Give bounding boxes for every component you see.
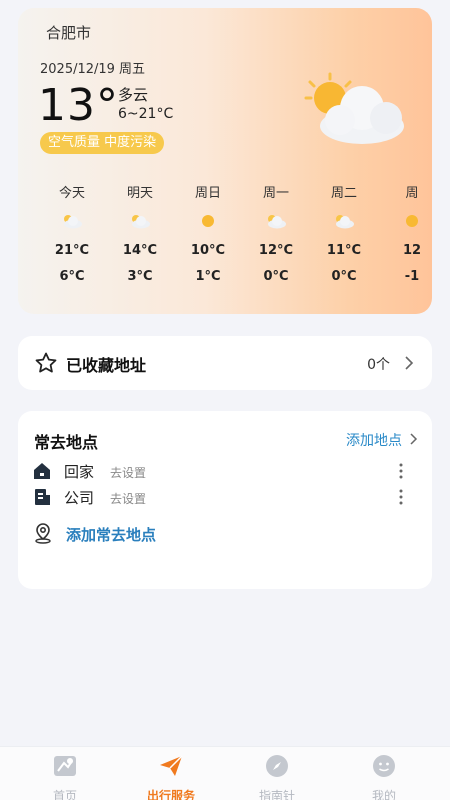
nav-label: 首页	[52, 789, 77, 800]
cloud-sun-icon	[304, 72, 404, 144]
nav-item-travel-service[interactable]: 出行服务	[131, 753, 211, 800]
forecast-strip: 今天 21°C 6°C 明天 14°C 3°C 周日 10°C 1°C 周一 1…	[18, 184, 432, 304]
forecast-high: 12°C	[258, 243, 294, 258]
city-name: 合肥市	[46, 24, 92, 42]
forecast-day-name: 周	[405, 186, 419, 201]
forecast-high: 14°C	[122, 243, 158, 258]
place-status[interactable]: 去设置	[110, 490, 146, 507]
more-vertical-icon[interactable]	[398, 488, 404, 506]
forecast-day-name: 今天	[58, 186, 85, 201]
air-quality-badge: 空气质量 中度污染	[40, 132, 165, 154]
favorites-row[interactable]: 已收藏地址 0个	[18, 336, 432, 390]
current-temperature: 13°	[38, 80, 119, 131]
nav-item-compass[interactable]: 指南针	[237, 753, 317, 800]
forecast-day-name: 明天	[126, 186, 153, 201]
nav-item-home[interactable]: 首页	[25, 753, 105, 800]
compass-icon	[266, 755, 288, 777]
favorites-count: 0个	[367, 357, 390, 373]
location-pin-icon	[35, 523, 51, 544]
bottom-navigation: 首页 出行服务 指南针 我的	[0, 746, 450, 800]
office-icon	[35, 489, 50, 505]
paper-plane-icon	[160, 755, 183, 776]
forecast-high: 21°C	[54, 243, 90, 258]
add-frequent-place-label: 添加常去地点	[66, 526, 157, 544]
forecast-low: 0°C	[331, 269, 357, 284]
forecast-day-name: 周一	[262, 186, 289, 201]
nav-item-profile[interactable]: 我的	[344, 753, 424, 800]
temperature-range: 6~21°C	[118, 106, 174, 122]
forecast-low: 0°C	[263, 269, 289, 284]
cloud-icon	[336, 215, 354, 229]
sun-icon	[406, 215, 418, 227]
place-name: 回家	[64, 463, 95, 481]
face-icon	[373, 755, 395, 777]
cloud-icon	[64, 215, 82, 229]
map-icon	[54, 756, 76, 776]
add-place-link[interactable]: 添加地点	[346, 430, 402, 450]
forecast-low: 3°C	[127, 269, 153, 284]
place-item-home[interactable]: 回家 去设置	[32, 459, 418, 483]
forecast-day-name: 周二	[330, 186, 357, 201]
cloud-icon	[268, 215, 286, 229]
more-vertical-icon[interactable]	[398, 462, 404, 480]
forecast-high: 10°C	[190, 243, 226, 258]
forecast-high: 12	[402, 243, 422, 258]
places-title: 常去地点	[34, 433, 99, 452]
home-icon	[34, 463, 50, 479]
forecast-day: 周一 12°C 0°C	[246, 184, 306, 290]
forecast-day: 周 12 -1	[382, 184, 432, 290]
place-status[interactable]: 去设置	[110, 464, 146, 481]
forecast-day-name: 周日	[194, 186, 221, 201]
sun-icon	[202, 215, 214, 227]
weather-condition: 多云	[118, 86, 149, 104]
chevron-right-icon[interactable]	[409, 432, 418, 446]
favorites-title: 已收藏地址	[66, 356, 147, 375]
forecast-high: 11°C	[326, 243, 362, 258]
forecast-low: 6°C	[59, 269, 85, 284]
place-name: 公司	[64, 489, 95, 507]
forecast-day: 周日 10°C 1°C	[178, 184, 238, 290]
forecast-day: 今天 21°C 6°C	[42, 184, 102, 290]
weather-card[interactable]: 合肥市 2025/12/19 周五 13° 多云 6~21°C 空气质量 中度污…	[18, 8, 432, 314]
nav-label: 指南针	[258, 789, 295, 800]
chevron-right-icon	[405, 356, 414, 370]
nav-label: 出行服务	[146, 789, 195, 800]
forecast-day: 明天 14°C 3°C	[110, 184, 170, 290]
cloud-icon	[132, 215, 150, 229]
current-date: 2025/12/19 周五	[40, 62, 146, 77]
place-item-office[interactable]: 公司 去设置	[32, 485, 418, 509]
forecast-day: 周二 11°C 0°C	[314, 184, 374, 290]
frequent-places-card: 常去地点 添加地点 回家 去设置 公司 去设置 添加常去地点	[18, 411, 432, 589]
star-icon	[35, 352, 57, 373]
nav-label: 我的	[371, 789, 396, 800]
forecast-low: 1°C	[195, 269, 221, 284]
forecast-low: -1	[404, 269, 420, 284]
